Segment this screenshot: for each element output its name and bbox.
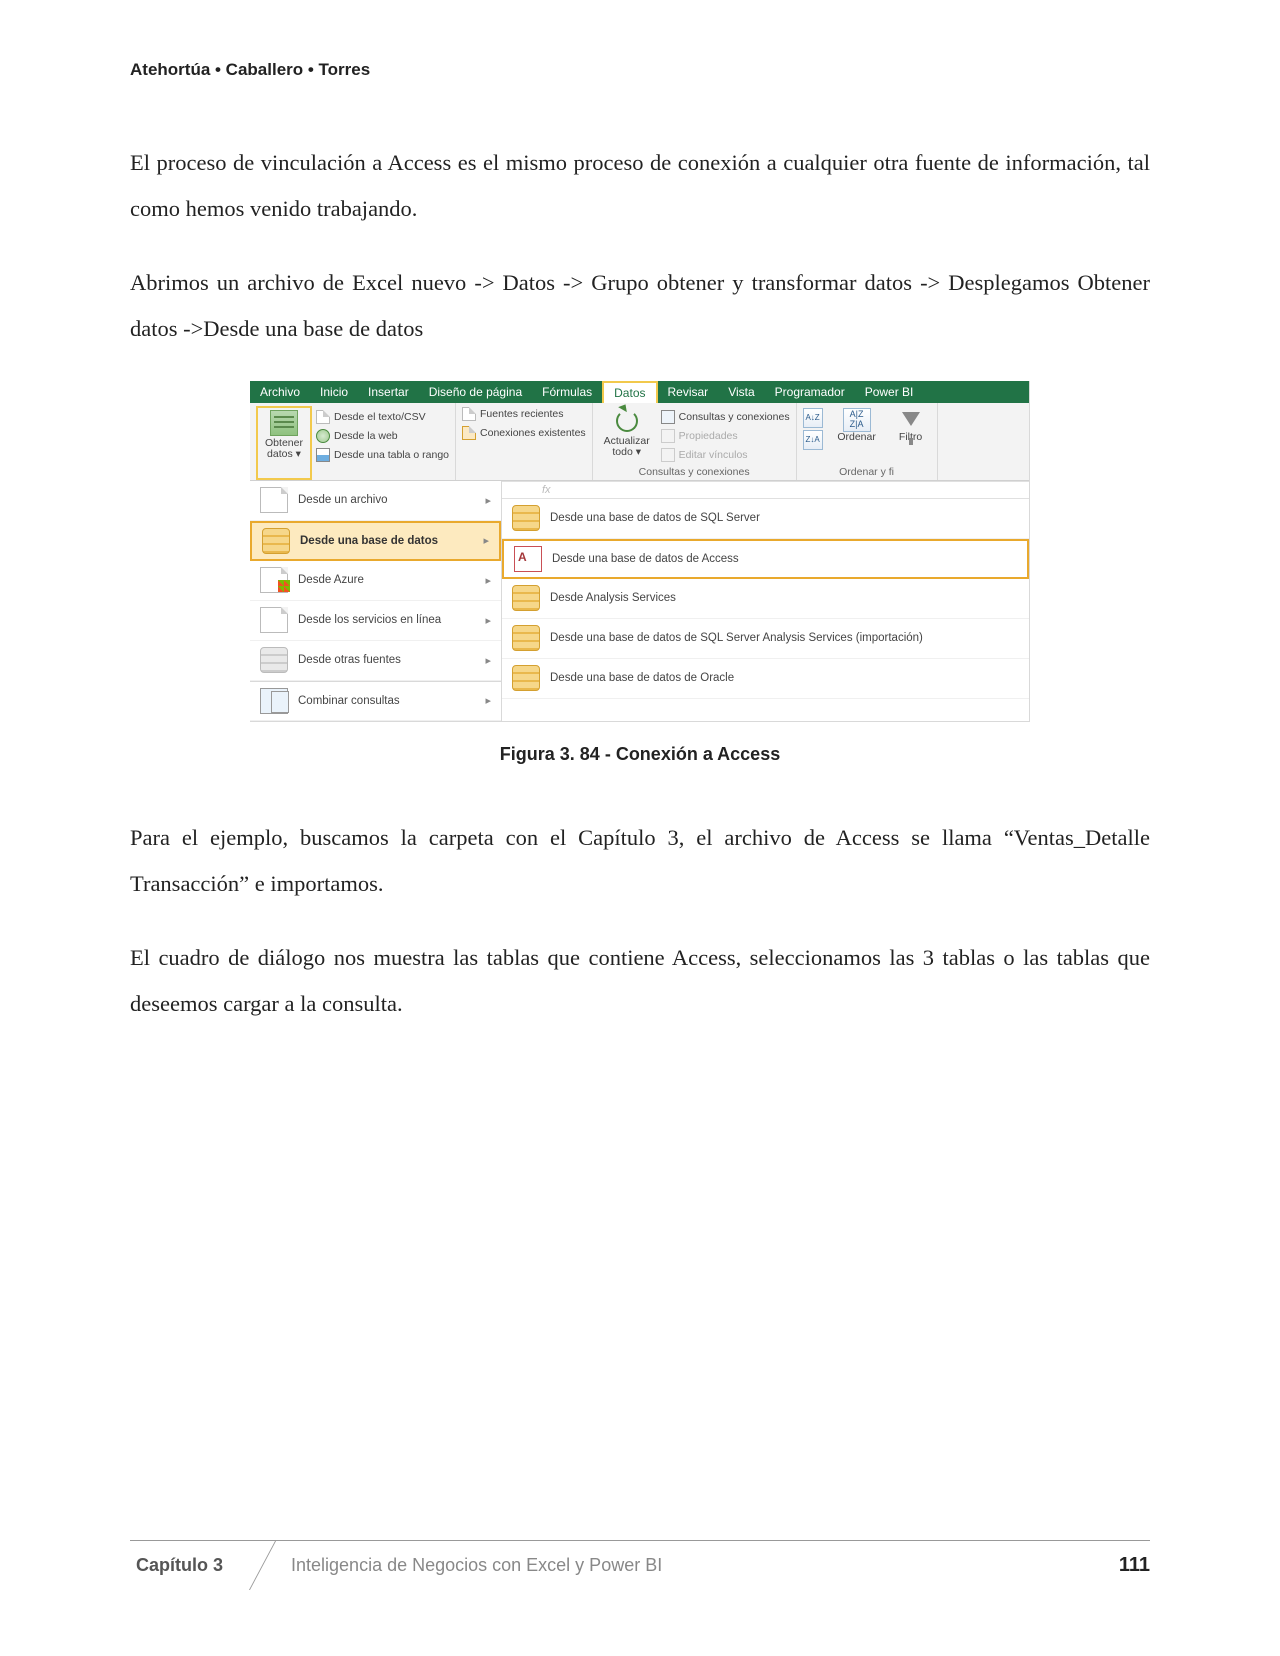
footer-title: Inteligencia de Negocios con Excel y Pow… bbox=[249, 1555, 1119, 1576]
editar-vinculos-label: Editar vínculos bbox=[679, 449, 748, 461]
tab-vista[interactable]: Vista bbox=[718, 381, 764, 403]
excel-menus: Desde un archivo Desde una base de datos… bbox=[250, 481, 1029, 721]
database-icon bbox=[262, 528, 290, 554]
combine-icon bbox=[260, 688, 288, 714]
paragraph-2: Abrimos un archivo de Excel nuevo -> Dat… bbox=[130, 260, 1150, 352]
conexiones-existentes-button[interactable]: Conexiones existentes bbox=[462, 424, 586, 442]
desde-csv-label: Desde el texto/CSV bbox=[334, 411, 426, 423]
desde-web-button[interactable]: Desde la web bbox=[316, 427, 449, 445]
tab-programador[interactable]: Programador bbox=[765, 381, 855, 403]
menu-sql-label: Desde una base de datos de SQL Server bbox=[550, 512, 760, 524]
ssas-import-icon bbox=[512, 625, 540, 651]
conexiones-icon bbox=[462, 426, 476, 440]
tab-archivo[interactable]: Archivo bbox=[250, 381, 310, 403]
editar-vinculos-button: Editar vínculos bbox=[661, 446, 790, 464]
excel-ribbon-body: Obtener datos ▾ Desde el texto/CSV Desde… bbox=[250, 403, 1029, 481]
obtener-datos-button[interactable]: Obtener datos ▾ bbox=[256, 406, 312, 480]
fuentes-recientes-label: Fuentes recientes bbox=[480, 408, 563, 420]
menu-otras-fuentes[interactable]: Desde otras fuentes bbox=[250, 641, 501, 681]
menu-oracle[interactable]: Desde una base de datos de Oracle bbox=[502, 659, 1029, 699]
refresh-icon bbox=[613, 408, 641, 434]
azure-icon bbox=[260, 567, 288, 593]
menu-combinar-consultas[interactable]: Combinar consultas bbox=[250, 681, 501, 721]
menu-ssas-import[interactable]: Desde una base de datos de SQL Server An… bbox=[502, 619, 1029, 659]
menu-sql-server[interactable]: Desde una base de datos de SQL Server bbox=[502, 499, 1029, 539]
footer-chapter: Capítulo 3 bbox=[130, 1541, 249, 1590]
menu-otras-label: Desde otras fuentes bbox=[298, 654, 401, 666]
tabla-icon bbox=[316, 448, 330, 462]
menu-ssas-label: Desde una base de datos de SQL Server An… bbox=[550, 632, 923, 644]
tab-revisar[interactable]: Revisar bbox=[658, 381, 719, 403]
tab-power-bi[interactable]: Power BI bbox=[855, 381, 924, 403]
filter-icon bbox=[902, 412, 920, 426]
propiedades-button: Propiedades bbox=[661, 427, 790, 445]
menu-servicios-linea[interactable]: Desde los servicios en línea bbox=[250, 601, 501, 641]
page-footer: Capítulo 3 Inteligencia de Negocios con … bbox=[130, 1540, 1150, 1590]
menu-desde-azure[interactable]: Desde Azure bbox=[250, 561, 501, 601]
ordenar-icon: A|ZZ|A bbox=[843, 408, 871, 432]
sort-az-button[interactable]: A↓Z bbox=[803, 408, 823, 428]
figure-caption: Figura 3. 84 - Conexión a Access bbox=[130, 744, 1150, 765]
obtener-datos-label: Obtener datos ▾ bbox=[265, 438, 303, 461]
propiedades-icon bbox=[661, 429, 675, 443]
excel-ribbon-tabs: Archivo Inicio Insertar Diseño de página… bbox=[250, 381, 1029, 403]
analysis-services-icon bbox=[512, 585, 540, 611]
menu-access[interactable]: Desde una base de datos de Access bbox=[502, 539, 1029, 579]
sort-za-button[interactable]: Z↓A bbox=[803, 430, 823, 450]
fx-label: fx bbox=[542, 484, 551, 496]
menu-analysis-services[interactable]: Desde Analysis Services bbox=[502, 579, 1029, 619]
tab-datos[interactable]: Datos bbox=[602, 381, 657, 403]
group-consultas-label: Consultas y conexiones bbox=[593, 466, 796, 478]
excel-screenshot: Archivo Inicio Insertar Diseño de página… bbox=[250, 381, 1030, 722]
vinculos-icon bbox=[661, 448, 675, 462]
consultas-conexiones-label: Consultas y conexiones bbox=[679, 411, 790, 423]
actualizar-todo-label: Actualizar todo ▾ bbox=[604, 436, 650, 459]
filtro-button[interactable]: Filtro bbox=[891, 406, 931, 444]
consultas-conexiones-button[interactable]: Consultas y conexiones bbox=[661, 408, 790, 426]
footer-page-number: 111 bbox=[1119, 1554, 1150, 1577]
other-sources-icon bbox=[260, 647, 288, 673]
menu-servicios-label: Desde los servicios en línea bbox=[298, 614, 441, 626]
web-icon bbox=[316, 429, 330, 443]
formula-bar[interactable]: fx bbox=[502, 481, 1029, 499]
fuentes-recientes-button[interactable]: Fuentes recientes bbox=[462, 405, 586, 423]
conexiones-existentes-label: Conexiones existentes bbox=[480, 427, 586, 439]
authors-line: Atehortúa • Caballero • Torres bbox=[130, 60, 1150, 80]
tab-formulas[interactable]: Fórmulas bbox=[532, 381, 602, 403]
menu-oracle-label: Desde una base de datos de Oracle bbox=[550, 672, 734, 684]
paragraph-1: El proceso de vinculación a Access es el… bbox=[130, 140, 1150, 232]
online-services-icon bbox=[260, 607, 288, 633]
menu-left-column: Desde un archivo Desde una base de datos… bbox=[250, 481, 502, 721]
consultas-icon bbox=[661, 410, 675, 424]
fuentes-recientes-icon bbox=[462, 407, 476, 421]
menu-right-column: fx Desde una base de datos de SQL Server… bbox=[502, 481, 1029, 721]
menu-analysis-label: Desde Analysis Services bbox=[550, 592, 676, 604]
csv-icon bbox=[316, 410, 330, 424]
access-icon bbox=[514, 546, 542, 572]
sql-server-icon bbox=[512, 505, 540, 531]
menu-desde-azure-label: Desde Azure bbox=[298, 574, 364, 586]
menu-desde-archivo-label: Desde un archivo bbox=[298, 494, 388, 506]
menu-desde-base-datos[interactable]: Desde una base de datos bbox=[250, 521, 501, 561]
oracle-icon bbox=[512, 665, 540, 691]
paragraph-4: El cuadro de diálogo nos muestra las tab… bbox=[130, 935, 1150, 1027]
menu-desde-base-datos-label: Desde una base de datos bbox=[300, 535, 438, 547]
desde-web-label: Desde la web bbox=[334, 430, 398, 442]
desde-tabla-label: Desde una tabla o rango bbox=[334, 449, 449, 461]
desde-csv-button[interactable]: Desde el texto/CSV bbox=[316, 408, 449, 426]
group-ordenar-label: Ordenar y fi bbox=[797, 466, 937, 478]
tab-diseno-pagina[interactable]: Diseño de página bbox=[419, 381, 532, 403]
ordenar-label: Ordenar bbox=[837, 432, 876, 444]
menu-access-label: Desde una base de datos de Access bbox=[552, 553, 739, 565]
tab-inicio[interactable]: Inicio bbox=[310, 381, 358, 403]
file-icon bbox=[260, 487, 288, 513]
obtener-datos-icon bbox=[270, 410, 298, 436]
propiedades-label: Propiedades bbox=[679, 430, 738, 442]
tab-insertar[interactable]: Insertar bbox=[358, 381, 419, 403]
menu-desde-archivo[interactable]: Desde un archivo bbox=[250, 481, 501, 521]
menu-combinar-label: Combinar consultas bbox=[298, 695, 400, 707]
paragraph-3: Para el ejemplo, buscamos la carpeta con… bbox=[130, 815, 1150, 907]
ordenar-button[interactable]: A|ZZ|A Ordenar bbox=[831, 406, 883, 444]
desde-tabla-button[interactable]: Desde una tabla o rango bbox=[316, 446, 449, 464]
